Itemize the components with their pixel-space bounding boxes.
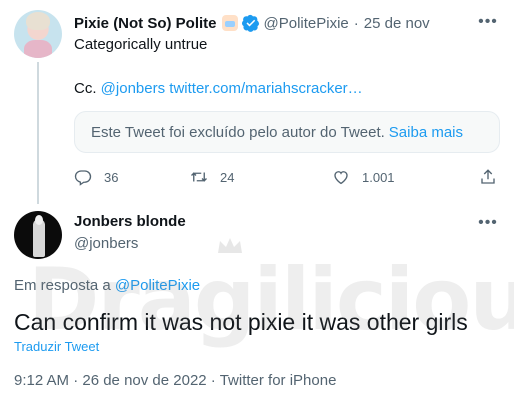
verified-icon xyxy=(241,14,260,32)
avatar-jonbers[interactable] xyxy=(14,211,62,259)
learn-more-link[interactable]: Saiba mais xyxy=(389,124,463,141)
like-button[interactable]: 1.001 xyxy=(332,168,395,186)
more-icon[interactable]: ••• xyxy=(478,12,498,32)
reply-tweet-text: Can confirm it was not pixie it was othe… xyxy=(14,309,468,335)
crown-icon xyxy=(218,238,242,253)
tweet-metadata[interactable]: 9:12 AM · 26 de nov de 2022 · Twitter fo… xyxy=(14,372,336,389)
like-icon xyxy=(334,171,348,185)
share-button[interactable] xyxy=(479,168,509,186)
reply-button[interactable]: 36 xyxy=(74,168,118,186)
deleted-quote-box: Este Tweet foi excluído pelo autor do Tw… xyxy=(74,111,500,153)
tweet-cc-line: Cc. @jonbers twitter.com/mariahscracker… xyxy=(74,80,363,97)
mention-link[interactable]: @jonbers xyxy=(101,80,165,97)
replying-to-link[interactable]: @PolitePixie xyxy=(115,277,200,294)
tweet-text: Categorically untrue xyxy=(74,36,208,53)
author-handle[interactable]: @PolitePixie xyxy=(264,15,349,32)
reply-author-name[interactable]: Jonbers blonde xyxy=(74,213,186,230)
cc-prefix: Cc. xyxy=(74,80,97,97)
original-tweet-header: Pixie (Not So) Polite @PolitePixie · 25 … xyxy=(74,14,430,32)
replying-prefix: Em resposta a xyxy=(14,277,111,294)
more-icon[interactable]: ••• xyxy=(478,213,498,233)
url-link[interactable]: twitter.com/mariahscracker… xyxy=(169,80,362,97)
avatar-politepixie[interactable] xyxy=(14,10,62,58)
avatar-hair xyxy=(26,12,50,30)
thread-connector-line xyxy=(37,62,39,204)
retweet-icon xyxy=(191,172,207,182)
emoji-icon xyxy=(221,15,238,31)
replying-to-line: Em resposta a @PolitePixie xyxy=(14,277,200,294)
translate-link[interactable]: Traduzir Tweet xyxy=(14,339,99,354)
action-bar: 36 24 1.001 xyxy=(74,168,500,188)
retweet-button[interactable]: 24 xyxy=(190,168,234,186)
share-icon xyxy=(481,169,495,184)
reply-count: 36 xyxy=(104,169,119,185)
separator-dot: · xyxy=(353,14,359,32)
avatar-body xyxy=(24,40,52,58)
quote-notice: Este Tweet foi excluído pelo autor do Tw… xyxy=(91,123,385,141)
like-count: 1.001 xyxy=(362,169,395,185)
reply-icon xyxy=(74,170,92,186)
author-name[interactable]: Pixie (Not So) Polite xyxy=(74,15,217,32)
avatar-head xyxy=(35,215,43,225)
tweet-date[interactable]: 25 de nov xyxy=(364,15,430,32)
retweet-count: 24 xyxy=(220,169,235,185)
reply-author-handle[interactable]: @jonbers xyxy=(74,235,138,252)
